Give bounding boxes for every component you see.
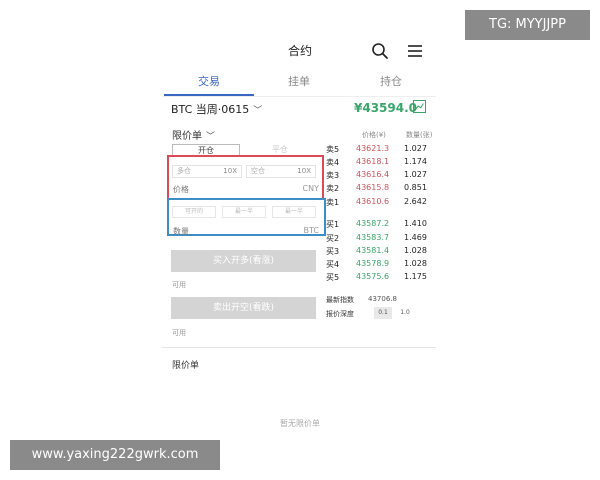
quantity-unit: BTC: [303, 226, 320, 235]
bid-price: 43581.4: [356, 246, 390, 255]
watermark-bottom: www.yaxing222gwrk.com: [10, 440, 220, 470]
pct-option-1[interactable]: 可开的: [172, 206, 216, 218]
section-divider: [162, 347, 436, 348]
tab-trade[interactable]: 交易: [164, 73, 254, 89]
pct-option-3[interactable]: 最一半: [272, 206, 316, 218]
price-input[interactable]: 价格 CNY: [173, 184, 319, 195]
sell-short-button[interactable]: 卖出开空(看跌): [171, 297, 316, 319]
ask-qty: 1.027: [404, 144, 427, 153]
ask-qty: 1.027: [404, 170, 427, 179]
depth-option-1-0[interactable]: 1.0: [396, 307, 414, 319]
tab-positions[interactable]: 持仓: [346, 73, 436, 89]
active-tab-indicator: [164, 94, 254, 96]
bid-row[interactable]: 买4 43578.9 1.028: [326, 259, 430, 271]
ask-qty: 2.642: [404, 197, 427, 206]
quantity-input[interactable]: 数量 BTC: [173, 226, 319, 237]
bid-price: 43587.2: [356, 219, 390, 228]
bid-row[interactable]: 买1 43587.2 1.410: [326, 219, 430, 231]
quantity-input-label: 数量: [173, 227, 189, 236]
depth-option-0-1[interactable]: 0.1: [374, 307, 392, 319]
tab-divider: [162, 96, 436, 97]
ask-qty: 1.174: [404, 157, 427, 166]
bid-row[interactable]: 买5 43575.6 1.175: [326, 272, 430, 284]
ask-qty: 0.851: [404, 183, 427, 192]
bid-label: 买1: [326, 220, 340, 229]
search-icon[interactable]: [371, 42, 389, 60]
available-label: 可用: [172, 281, 186, 289]
chevron-down-icon: ﹀: [206, 132, 216, 142]
ask-label: 卖4: [326, 158, 340, 167]
order-type-selector[interactable]: 限价单 ﹀: [172, 127, 215, 142]
bid-price: 43578.9: [356, 259, 390, 268]
bid-label: 买4: [326, 260, 340, 269]
order-type-label: 限价单: [172, 131, 202, 142]
watermark-top: TG: MYYJJPP: [465, 10, 590, 40]
bid-qty: 1.175: [404, 272, 427, 281]
latest-index-label: 最新指数: [326, 296, 354, 304]
limit-orders-title: 限价单: [172, 361, 200, 371]
ask-row[interactable]: 卖4 43618.1 1.174: [326, 157, 430, 169]
bid-qty: 1.028: [404, 246, 427, 255]
buy-long-button[interactable]: 买入开多(看涨): [171, 250, 316, 272]
bid-price: 43575.6: [356, 272, 390, 281]
contract-selector[interactable]: BTC 当周·0615 ﹀: [171, 101, 262, 117]
price-unit: CNY: [302, 184, 319, 193]
chevron-down-icon: ﹀: [253, 106, 263, 116]
tab-orders[interactable]: 挂单: [254, 73, 344, 89]
ask-price: 43616.4: [356, 170, 390, 179]
short-leverage-selector[interactable]: 空仓 10X: [246, 165, 316, 178]
ask-row[interactable]: 卖3 43616.4 1.027: [326, 170, 430, 182]
bid-label: 买3: [326, 247, 340, 256]
latest-index-value: 43706.8: [368, 295, 397, 303]
long-leverage-selector[interactable]: 多仓 10X: [172, 165, 242, 178]
bid-row[interactable]: 买3 43581.4 1.028: [326, 246, 430, 258]
chart-icon[interactable]: [413, 100, 426, 113]
ask-row[interactable]: 卖2 43615.8 0.851: [326, 183, 430, 195]
ask-price: 43610.6: [356, 197, 390, 206]
pct-option-2[interactable]: 最一半: [222, 206, 266, 218]
bid-qty: 1.469: [404, 233, 427, 242]
bid-label: 买2: [326, 234, 340, 243]
bid-row[interactable]: 买2 43583.7 1.469: [326, 233, 430, 245]
ask-price: 43615.8: [356, 183, 390, 192]
short-label: 空仓: [251, 167, 265, 175]
ask-label: 卖3: [326, 171, 340, 180]
orderbook-qty-header: 数量(张): [406, 131, 433, 139]
bid-label: 买5: [326, 273, 340, 282]
bid-price: 43583.7: [356, 233, 390, 242]
ask-label: 卖1: [326, 198, 340, 207]
bid-qty: 1.028: [404, 259, 427, 268]
contract-price: ¥43594.0: [354, 101, 418, 115]
contract-name: BTC 当周·0615: [171, 103, 250, 116]
depth-label: 报价深度: [326, 310, 354, 318]
price-input-label: 价格: [173, 185, 189, 194]
ask-price: 43618.1: [356, 157, 390, 166]
long-leverage-value: 10X: [223, 167, 237, 175]
empty-state-text: 暂无限价单: [280, 419, 320, 428]
ask-label: 卖2: [326, 184, 340, 193]
ask-label: 卖5: [326, 145, 340, 154]
bid-qty: 1.410: [404, 219, 427, 228]
ask-price: 43621.3: [356, 144, 390, 153]
menu-icon[interactable]: [407, 43, 423, 59]
ask-row[interactable]: 卖1 43610.6 2.642: [326, 197, 430, 209]
page-title: 合约: [287, 44, 312, 58]
orderbook-price-header: 价格(¥): [362, 131, 386, 139]
available-label: 可用: [172, 329, 186, 337]
long-label: 多仓: [177, 167, 191, 175]
short-leverage-value: 10X: [297, 167, 311, 175]
ask-row[interactable]: 卖5 43621.3 1.027: [326, 144, 430, 156]
